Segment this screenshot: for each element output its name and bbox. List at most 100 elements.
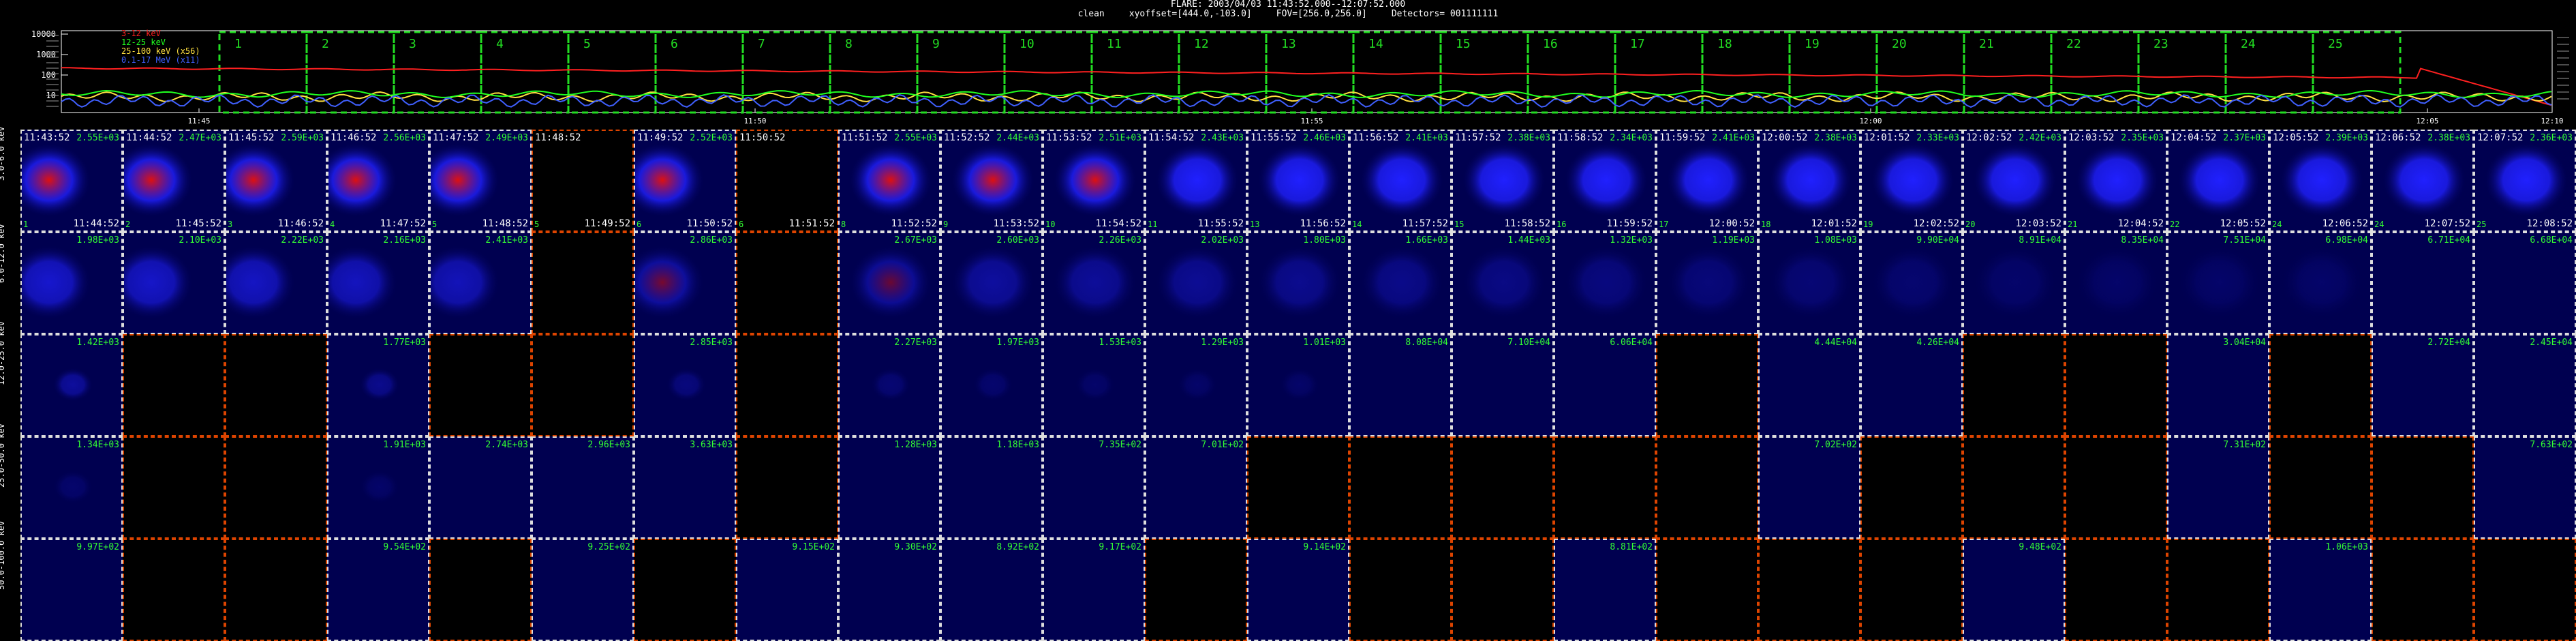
image-cell[interactable] [1247,436,1349,539]
image-cell[interactable]: 9.17E+02 [1043,539,1145,641]
image-cell[interactable]: 2.36E+03 12:07:52 12:08:52 25 [2474,130,2576,232]
image-cell[interactable] [2065,539,2167,641]
image-cell[interactable]: 1.42E+03 [20,334,123,436]
image-cell[interactable] [1349,539,1452,641]
image-cell[interactable] [225,539,327,641]
image-cell[interactable] [123,539,225,641]
image-cell[interactable]: 2.55E+03 11:51:52 11:52:52 8 [838,130,940,232]
image-cell[interactable]: 8.91E+04 [1963,232,2065,334]
image-cell[interactable]: 2.45E+04 [2474,334,2576,436]
image-cell[interactable]: 6.68E+04 [2474,232,2576,334]
image-cell[interactable] [2269,436,2372,539]
image-cell[interactable] [2372,436,2474,539]
image-cell[interactable]: 11:50:52 11:51:52 6 [736,130,838,232]
interval-box[interactable] [2312,31,2402,114]
image-cell[interactable]: 2.41E+03 11:59:52 12:00:52 17 [1656,130,1758,232]
image-cell[interactable] [2167,539,2269,641]
image-cell[interactable]: 9.25E+02 [532,539,634,641]
image-cell[interactable]: 2.46E+03 11:55:52 11:56:52 13 [1247,130,1349,232]
image-cell[interactable]: 1.34E+03 [20,436,123,539]
image-cell[interactable] [2065,436,2167,539]
image-cell[interactable]: 7.02E+02 [1758,436,1860,539]
image-cell[interactable] [1963,334,2065,436]
image-cell[interactable]: 2.96E+03 [532,436,634,539]
image-cell[interactable]: 1.97E+03 [940,334,1043,436]
interval-box[interactable] [741,31,831,114]
image-cell[interactable]: 2.52E+03 11:49:52 11:50:52 6 [634,130,736,232]
image-cell[interactable]: 6.06E+04 [1554,334,1656,436]
image-cell[interactable]: 9.54E+02 [327,539,429,641]
image-cell[interactable]: 9.48E+02 [1963,539,2065,641]
image-cell[interactable] [736,232,838,334]
image-cell[interactable]: 2.55E+03 11:43:52 11:44:52 1 [20,130,123,232]
interval-box[interactable] [393,31,482,114]
image-cell[interactable] [2372,539,2474,641]
image-cell[interactable] [1452,436,1554,539]
image-cell[interactable] [2269,334,2372,436]
image-cell[interactable]: 9.97E+02 [20,539,123,641]
image-cell[interactable]: 2.38E+03 11:57:52 11:58:52 15 [1452,130,1554,232]
image-cell[interactable]: 2.02E+03 [1145,232,1247,334]
image-cell[interactable]: 2.59E+03 11:45:52 11:46:52 3 [225,130,327,232]
image-cell[interactable] [532,334,634,436]
image-cell[interactable]: 6.71E+04 [2372,232,2474,334]
image-cell[interactable] [1656,334,1758,436]
image-cell[interactable]: 2.33E+03 12:01:52 12:02:52 19 [1860,130,1963,232]
image-cell[interactable]: 9.14E+02 [1247,539,1349,641]
image-cell[interactable]: 2.38E+03 12:00:52 12:01:52 18 [1758,130,1860,232]
image-cell[interactable]: 2.43E+03 11:54:52 11:55:52 11 [1145,130,1247,232]
image-cell[interactable]: 8.08E+04 [1349,334,1452,436]
image-cell[interactable] [1554,436,1656,539]
image-cell[interactable] [1860,436,1963,539]
image-cell[interactable]: 2.44E+03 11:52:52 11:53:52 9 [940,130,1043,232]
image-cell[interactable]: 1.91E+03 [327,436,429,539]
image-cell[interactable]: 2.38E+03 12:06:52 12:07:52 24 [2372,130,2474,232]
image-cell[interactable]: 1.08E+03 [1758,232,1860,334]
image-cell[interactable]: 2.74E+03 [429,436,532,539]
interval-box[interactable] [218,31,308,114]
image-cell[interactable]: 9.90E+04 [1860,232,1963,334]
image-cell[interactable]: 7.35E+02 [1043,436,1145,539]
image-cell[interactable]: 9.15E+02 [736,539,838,641]
image-cell[interactable]: 4.26E+04 [1860,334,1963,436]
image-cell[interactable]: 2.37E+03 12:04:52 12:05:52 22 [2167,130,2269,232]
image-cell[interactable] [1349,436,1452,539]
image-cell[interactable]: 1.53E+03 [1043,334,1145,436]
image-cell[interactable] [1860,539,1963,641]
image-cell[interactable] [1963,436,2065,539]
image-cell[interactable]: 1.80E+03 [1247,232,1349,334]
image-cell[interactable]: 2.51E+03 11:53:52 11:54:52 10 [1043,130,1145,232]
image-cell[interactable] [123,334,225,436]
image-cell[interactable]: 2.72E+04 [2372,334,2474,436]
image-cell[interactable]: 2.16E+03 [327,232,429,334]
image-cell[interactable]: 2.39E+03 12:05:52 12:06:52 24 [2269,130,2372,232]
image-cell[interactable]: 2.85E+03 [634,334,736,436]
image-cell[interactable]: 3.04E+04 [2167,334,2269,436]
image-cell[interactable]: 2.35E+03 12:03:52 12:04:52 21 [2065,130,2167,232]
image-cell[interactable]: 1.19E+03 [1656,232,1758,334]
image-cell[interactable]: 2.41E+03 11:56:52 11:57:52 14 [1349,130,1452,232]
image-cell[interactable]: 1.28E+03 [838,436,940,539]
image-cell[interactable]: 2.26E+03 [1043,232,1145,334]
image-cell[interactable] [1145,539,1247,641]
image-cell[interactable] [225,436,327,539]
image-cell[interactable]: 9.30E+02 [838,539,940,641]
image-cell[interactable]: 6.98E+04 [2269,232,2372,334]
image-cell[interactable]: 2.86E+03 [634,232,736,334]
image-cell[interactable]: 11:48:52 11:49:52 5 [532,130,634,232]
image-cell[interactable]: 7.63E+02 [2474,436,2576,539]
image-cell[interactable]: 7.01E+02 [1145,436,1247,539]
image-cell[interactable]: 1.44E+03 [1452,232,1554,334]
image-cell[interactable] [736,334,838,436]
image-cell[interactable]: 2.10E+03 [123,232,225,334]
image-cell[interactable] [1656,539,1758,641]
image-cell[interactable]: 2.41E+03 [429,232,532,334]
image-cell[interactable]: 3.63E+03 [634,436,736,539]
image-cell[interactable]: 1.29E+03 [1145,334,1247,436]
image-cell[interactable] [2474,539,2576,641]
image-cell[interactable]: 2.42E+03 12:02:52 12:03:52 20 [1963,130,2065,232]
image-cell[interactable] [1656,436,1758,539]
image-cell[interactable]: 2.34E+03 11:58:52 11:59:52 16 [1554,130,1656,232]
image-cell[interactable]: 2.56E+03 11:46:52 11:47:52 4 [327,130,429,232]
image-cell[interactable]: 1.32E+03 [1554,232,1656,334]
